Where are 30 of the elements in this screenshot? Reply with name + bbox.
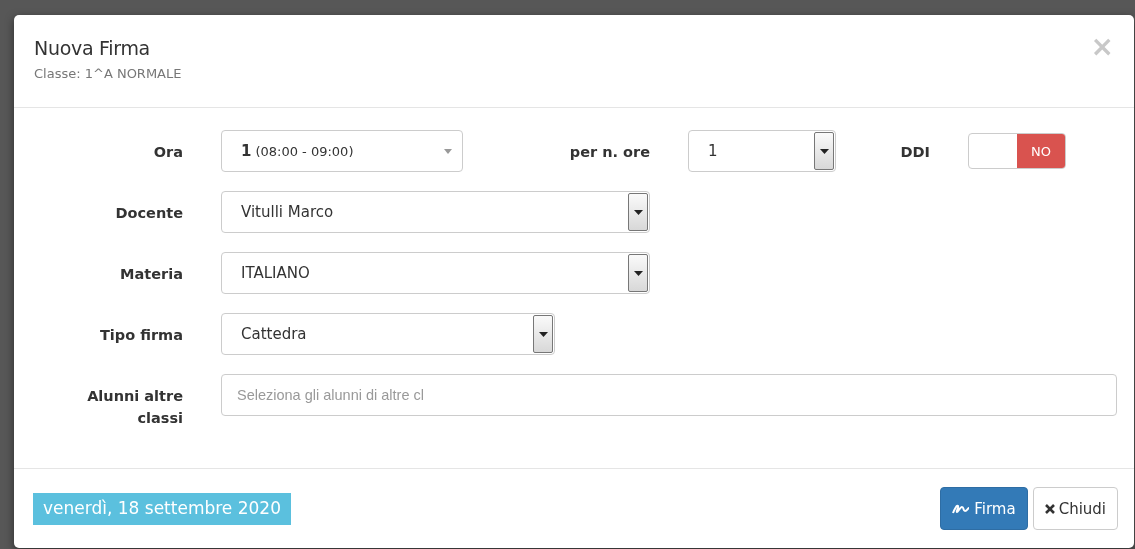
date-label: venerdì, 18 settembre 2020 (33, 492, 291, 525)
field-label: per n. ore (568, 143, 650, 162)
field-label: Alunni altre classi (86, 387, 183, 428)
field-label: Materia (119, 265, 183, 284)
toggle-switch[interactable]: NO (968, 133, 1066, 169)
sign-button[interactable]: Firma (940, 487, 1028, 530)
dialog-title: Nuova Firma (34, 37, 151, 59)
field-label: Docente (114, 204, 183, 223)
caret-icon (633, 209, 643, 215)
dropdown-button[interactable] (628, 254, 648, 292)
dialog-subtitle: Classe: 1^A NORMALE (34, 66, 182, 81)
signature-icon (952, 503, 971, 514)
select-field[interactable]: ITALIANO (221, 252, 650, 294)
dropdown-button[interactable] (533, 315, 553, 353)
field-label: Ora (152, 143, 183, 162)
time-select[interactable]: 1 (08:00 - 09:00) (221, 130, 463, 172)
field-label: DDI (899, 143, 930, 162)
dropdown-button[interactable] (628, 193, 648, 231)
close-button[interactable]: Chiudi (1032, 487, 1118, 530)
select-field[interactable]: Cattedra (221, 313, 555, 355)
select-field[interactable]: Vitulli Marco (221, 191, 650, 233)
close-icon (1044, 503, 1055, 514)
select-field[interactable]: 1 (688, 130, 836, 172)
caret-icon (444, 149, 452, 154)
caret-icon (538, 331, 548, 337)
caret-icon (633, 270, 643, 276)
search-field[interactable]: Seleziona gli alunni di altre cl (221, 374, 1117, 416)
dropdown-button[interactable] (814, 132, 834, 170)
caret-icon (819, 148, 829, 154)
field-label: Tipo firma (98, 326, 183, 345)
